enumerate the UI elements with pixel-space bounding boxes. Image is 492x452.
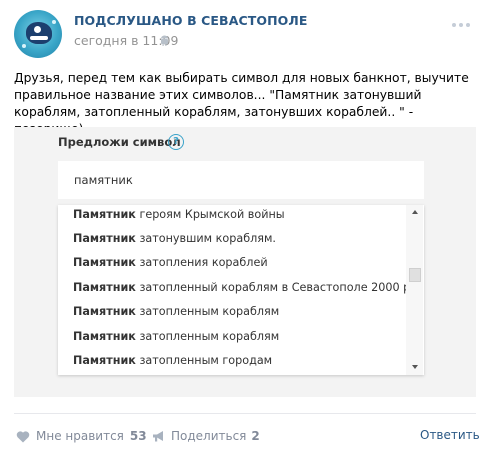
- suggestion-item[interactable]: Памятник затопленный кораблям в Севастоп…: [73, 281, 414, 294]
- suggestion-item[interactable]: Памятник затопленным кораблям: [73, 330, 279, 343]
- help-icon[interactable]: ?: [168, 134, 184, 150]
- share-button[interactable]: Поделиться 2: [152, 428, 260, 444]
- more-icon[interactable]: [452, 20, 476, 30]
- like-button[interactable]: Мне нравится 53: [16, 428, 147, 444]
- avatar[interactable]: [14, 10, 62, 58]
- scroll-thumb[interactable]: [409, 268, 421, 282]
- like-count: 53: [129, 429, 147, 443]
- suggestion-item[interactable]: Памятник затопленным кораблям: [73, 305, 279, 318]
- scroll-up-icon[interactable]: [412, 210, 418, 214]
- android-icon: [161, 35, 168, 46]
- like-label: Мне нравится: [36, 429, 124, 443]
- suggestion-item[interactable]: Памятник затонувшим кораблям.: [73, 232, 276, 245]
- heart-icon: [16, 430, 30, 442]
- share-label: Поделиться: [171, 429, 247, 443]
- fish-icon: [26, 22, 52, 44]
- suggest-label: Предложи символ: [58, 135, 181, 149]
- suggestion-dropdown: Памятник героям Крымской войны Памятник …: [58, 205, 424, 375]
- scroll-down-icon[interactable]: [412, 365, 418, 369]
- reply-link[interactable]: Ответить: [420, 428, 480, 442]
- suggestion-item[interactable]: Памятник затопленным городам: [73, 354, 272, 367]
- search-input[interactable]: [58, 161, 424, 199]
- dropdown-scrollbar[interactable]: [406, 205, 423, 375]
- share-count: 2: [251, 429, 260, 443]
- megaphone-icon: [153, 430, 163, 441]
- group-name[interactable]: ПОДСЛУШАНО В СЕВАСТОПОЛЕ: [74, 13, 308, 28]
- divider: [14, 413, 476, 414]
- suggestion-item[interactable]: Памятник затопления кораблей: [73, 256, 268, 269]
- suggestion-item[interactable]: Памятник героям Крымской войны: [73, 208, 285, 221]
- post-card: ПОДСЛУШАНО В СЕВАСТОПОЛЕ сегодня в 11:09…: [0, 0, 492, 452]
